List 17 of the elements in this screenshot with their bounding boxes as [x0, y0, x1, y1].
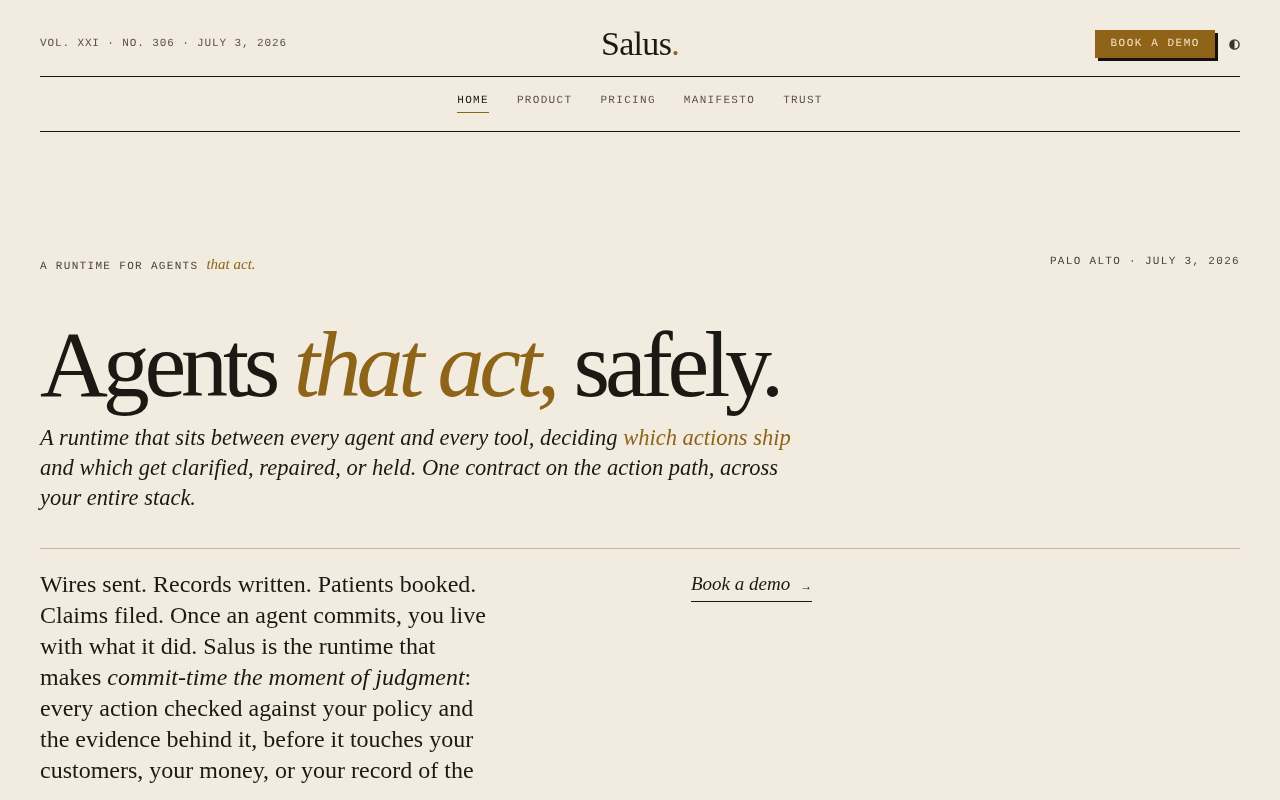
- book-demo-button[interactable]: BOOK A DEMO: [1095, 30, 1215, 58]
- nav-tab[interactable]: TRUST: [783, 89, 823, 113]
- nav-tab[interactable]: HOME: [457, 89, 489, 113]
- nav-tab[interactable]: PRICING: [600, 89, 656, 113]
- intro-paragraph: Wires sent. Records written. Patients booked. Claims filed. Once an agent commits, you live with what it did. Salus is the runtime that makes commit-time the moment of judgment: every action checked against your policy and the evidence behind it, before it touches your customers, your money, or your record of the: [40, 570, 487, 786]
- issue-line: VOL. XXI · NO. 306 · JULY 3, 2026: [40, 38, 287, 50]
- nav-tab[interactable]: PRODUCT: [516, 89, 573, 113]
- nav-tab[interactable]: MANIFESTO: [683, 89, 756, 113]
- theme-toggle-button[interactable]: [1229, 38, 1240, 50]
- contrast-icon: [1229, 38, 1240, 50]
- hero-subtitle: A runtime that sits between every agent and every tool, deciding which actions ship and which get clarified, repaired, or held. One contract on the action path, across your entire stack.: [40, 424, 792, 513]
- book-demo-link[interactable]: Book a demo →: [691, 573, 813, 603]
- eyebrow-label: A RUNTIME FOR AGENTS: [40, 261, 199, 273]
- eyebrow-accent: that act.: [206, 256, 256, 273]
- logo: Salus.: [600, 27, 680, 61]
- hero-headline: Agents that act, safely.: [40, 311, 781, 418]
- dateline: PALO ALTO · JULY 3, 2026: [1049, 256, 1240, 268]
